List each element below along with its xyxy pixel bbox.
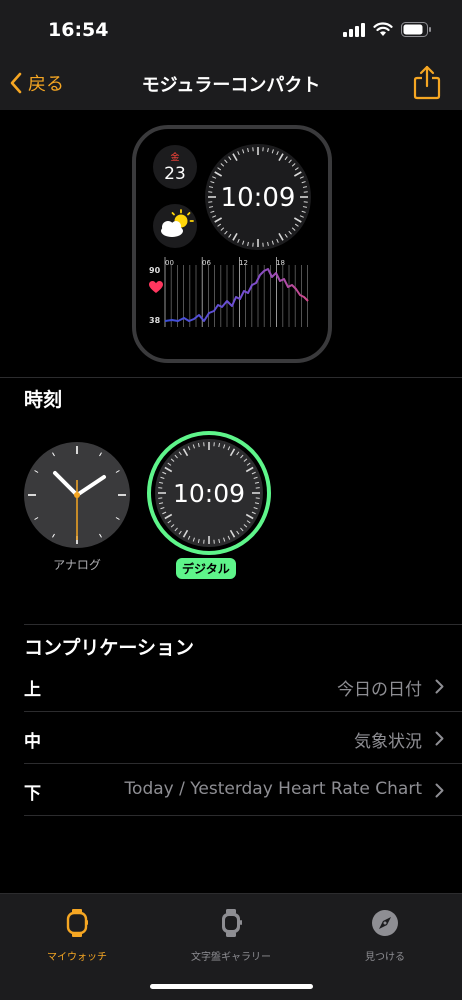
my-watch-icon — [66, 909, 88, 937]
home-indicator — [150, 984, 313, 989]
chart-min-label: 38 — [149, 316, 161, 325]
cellular-signal-icon — [343, 22, 365, 37]
divider — [0, 377, 462, 378]
chevron-right-icon — [435, 783, 444, 798]
complication-label: 中 — [24, 732, 41, 752]
tab-label: 見つける — [365, 952, 405, 963]
status-bar: 16:54 — [0, 0, 462, 58]
navigation-bar: 戻る モジュラーコンパクト — [0, 58, 462, 110]
complication-label: 下 — [24, 784, 41, 804]
complication-value: 今日の日付 — [337, 680, 422, 700]
complication-row-middle[interactable]: 中 気象状況 — [24, 712, 462, 764]
tab-my-watch[interactable]: マイウォッチ — [12, 908, 142, 968]
chart-hour-18: 18 — [276, 259, 285, 267]
digital-option-time: 10:09 — [173, 479, 245, 508]
digital-option[interactable]: 10:09 デジタル — [146, 430, 272, 580]
divider — [24, 815, 462, 816]
analog-clock-icon — [24, 442, 130, 548]
complication-label: 上 — [24, 680, 41, 700]
analog-option[interactable]: アナログ — [22, 440, 132, 580]
chart-max-label: 90 — [149, 266, 161, 275]
chart-hour-12: 12 — [239, 259, 248, 267]
option-label-analog: アナログ — [53, 558, 101, 572]
compass-icon — [372, 910, 398, 936]
watch-gallery-icon — [222, 909, 242, 937]
preview-digital-time: 10:09 — [221, 183, 296, 213]
complication-row-top[interactable]: 上 今日の日付 — [24, 660, 462, 712]
date-day: 23 — [164, 164, 186, 184]
section-title-time: 時刻 — [24, 389, 63, 411]
date-weekday: 金 — [170, 151, 179, 163]
complication-row-bottom[interactable]: 下 Today / Yesterday Heart Rate Chart — [24, 764, 462, 816]
battery-icon — [401, 22, 431, 37]
tab-label: マイウォッチ — [47, 952, 107, 963]
tab-label: 文字盤ギャラリー — [191, 952, 271, 963]
option-label-digital: デジタル — [176, 558, 236, 579]
chevron-right-icon — [435, 679, 444, 694]
chart-hour-00: 00 — [165, 259, 174, 267]
status-icons — [343, 22, 432, 37]
section-title-complications: コンプリケーション — [24, 637, 195, 659]
chevron-right-icon — [435, 731, 444, 746]
status-time: 16:54 — [48, 19, 109, 41]
wifi-icon — [373, 22, 393, 36]
watch-face-preview: 金 23 10:09 00 06 12 18 90 38 — [132, 125, 332, 363]
chart-hour-06: 06 — [202, 259, 211, 267]
tab-face-gallery[interactable]: 文字盤ギャラリー — [166, 908, 296, 968]
share-icon[interactable] — [412, 64, 442, 100]
complication-value: Today / Yesterday Heart Rate Chart — [124, 779, 422, 799]
page-title: モジュラーコンパクト — [141, 75, 321, 96]
digital-clock-icon: 10:09 — [147, 431, 271, 555]
complication-value: 気象状況 — [354, 732, 422, 752]
divider — [24, 624, 462, 625]
tab-discover[interactable]: 見つける — [320, 908, 450, 968]
